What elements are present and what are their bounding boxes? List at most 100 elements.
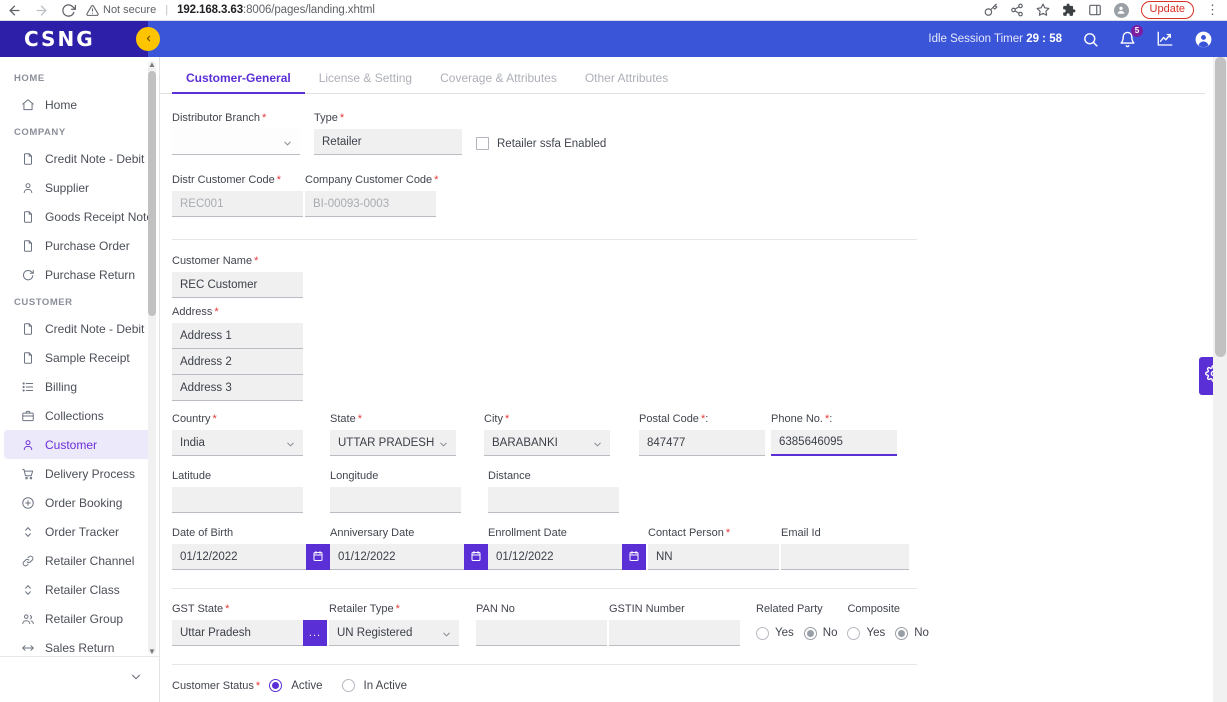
section-divider-3 [172, 664, 917, 665]
sidebar-item-sample-receipt[interactable]: Sample Receipt [4, 343, 153, 372]
gst-state-input[interactable] [172, 620, 303, 646]
pan-no-input[interactable] [476, 620, 607, 646]
country-select[interactable] [172, 430, 303, 456]
share-icon[interactable] [1010, 3, 1024, 17]
retailer-ssfa-checkbox-row[interactable]: Retailer ssfa Enabled [476, 137, 606, 150]
anniversary-date-calendar-button[interactable] [464, 544, 488, 570]
sidepanel-icon[interactable] [1088, 3, 1102, 17]
reload-icon[interactable] [60, 2, 76, 18]
enrollment-date-calendar-button[interactable] [622, 544, 646, 570]
sidebar-item-billing[interactable]: Billing [4, 372, 153, 401]
latitude-input[interactable] [172, 487, 303, 513]
email-id-input[interactable] [781, 544, 909, 570]
contact-person-input[interactable] [648, 544, 779, 570]
sidebar-item-customer[interactable]: Customer [4, 430, 153, 459]
sidebar-item-order-booking[interactable]: Order Booking [4, 488, 153, 517]
sidebar-collapse-button[interactable] [136, 27, 160, 51]
form-row-dates: Date of Birth Anniversary Date [172, 527, 1205, 570]
account-icon[interactable] [1194, 30, 1213, 49]
postal-code-input[interactable] [639, 430, 765, 456]
extensions-icon[interactable] [1062, 3, 1076, 17]
state-select[interactable] [330, 430, 456, 456]
scroll-up-icon[interactable]: ▲ [148, 59, 156, 69]
star-icon[interactable] [1036, 3, 1050, 17]
browser-menu-icon[interactable]: ⋮ [1206, 3, 1219, 16]
key-icon[interactable] [984, 3, 998, 17]
search-icon[interactable] [1082, 31, 1099, 48]
bell-icon[interactable]: 5 [1119, 24, 1143, 48]
scroll-down-icon[interactable]: ▼ [148, 646, 156, 656]
sidebar-item-retailer-class[interactable]: Retailer Class [4, 575, 153, 604]
field-distr-customer-code: Distr Customer Code * [172, 174, 303, 217]
sidebar-scrollbar-thumb[interactable] [148, 71, 156, 316]
sidebar-item-retailer-channel[interactable]: Retailer Channel [4, 546, 153, 575]
type-input[interactable] [314, 129, 462, 155]
tab-coverage-attributes[interactable]: Coverage & Attributes [426, 67, 571, 93]
browser-toolbar: Not secure | 192.168.3.63:8006/pages/lan… [0, 0, 1227, 21]
required-asterisk: * [395, 603, 400, 615]
customer-name-input[interactable] [172, 272, 303, 298]
sidebar-item-delivery-process[interactable]: Delivery Process [4, 459, 153, 488]
sidebar-group-title: HOME [14, 73, 45, 84]
arrow-left-icon[interactable] [6, 2, 22, 18]
label-company-customer-code: Company Customer Code * [305, 174, 439, 186]
anniversary-date-input[interactable] [330, 544, 464, 570]
sidebar-item-credit-note-debit-note[interactable]: Credit Note - Debit Note ... [4, 144, 153, 173]
distr-customer-code-input[interactable] [172, 191, 303, 217]
sidebar-item-sales-return[interactable]: Sales Return [4, 633, 153, 656]
distance-input[interactable] [488, 487, 619, 513]
sidebar-expand-button[interactable] [0, 656, 159, 702]
address-line2-input[interactable] [172, 349, 303, 375]
gst-state-lookup-button[interactable]: ... [303, 620, 327, 646]
customer-status-inactive-radio[interactable] [341, 679, 355, 692]
retailer-ssfa-checkbox[interactable] [476, 137, 489, 150]
sidebar-item-label: Customer [45, 437, 98, 452]
distributor-branch-select[interactable] [172, 129, 300, 155]
sidebar-item-goods-receipt-note[interactable]: Goods Receipt Note [4, 202, 153, 231]
phone-no-input[interactable] [771, 430, 897, 456]
tab-license-setting[interactable]: License & Setting [305, 67, 426, 93]
related-party-no-radio[interactable] [803, 626, 817, 640]
link-icon [20, 553, 35, 568]
page-scrollbar-thumb[interactable] [1215, 57, 1226, 357]
sidebar-item-supplier[interactable]: Supplier [4, 173, 153, 202]
city-select[interactable] [484, 430, 610, 456]
address-line1-input[interactable] [172, 323, 303, 349]
sidebar-item-collections[interactable]: Collections [4, 401, 153, 430]
tab-other-attributes[interactable]: Other Attributes [571, 67, 682, 93]
page-scrollbar-track[interactable] [1213, 57, 1227, 702]
sidebar-item-credit-note-debit-note[interactable]: Credit Note - Debit Note ... [4, 314, 153, 343]
gstin-number-input[interactable] [609, 620, 740, 646]
update-button[interactable]: Update [1140, 1, 1194, 19]
composite-no-radio[interactable] [895, 626, 909, 640]
tab-customer-general[interactable]: Customer-General [172, 67, 305, 94]
date-of-birth-calendar-button[interactable] [306, 544, 330, 570]
company-customer-code-input[interactable] [305, 191, 436, 217]
profile-icon[interactable] [1113, 2, 1129, 18]
enrollment-date-input[interactable] [488, 544, 622, 570]
address-line3-input[interactable] [172, 375, 303, 401]
sidebar-item-purchase-order[interactable]: Purchase Order [4, 231, 153, 260]
field-latitude: Latitude [172, 470, 303, 513]
address-bar[interactable]: Not secure | 192.168.3.63:8006/pages/lan… [86, 1, 984, 19]
composite-yes-radio[interactable] [847, 626, 861, 640]
required-asterisk: * [262, 112, 267, 124]
sidebar-item-purchase-return[interactable]: Purchase Return [4, 260, 153, 289]
related-party-yes-radio[interactable] [756, 626, 769, 640]
arrow-right-icon[interactable] [33, 2, 49, 18]
analytics-icon[interactable] [1156, 30, 1174, 48]
related-party-yes-label: Yes [775, 627, 794, 639]
customer-status-active-radio[interactable] [269, 679, 283, 692]
label-email-id: Email Id [781, 527, 821, 539]
retailer-type-select[interactable] [329, 620, 459, 646]
label-distance: Distance [488, 470, 531, 482]
date-of-birth-input[interactable] [172, 544, 306, 570]
section-divider-2 [172, 588, 917, 589]
sidebar-item-retailer-group[interactable]: Retailer Group [4, 604, 153, 633]
longitude-input[interactable] [330, 487, 461, 513]
sidebar-item-home[interactable]: Home [4, 90, 153, 119]
sidebar-item-order-tracker[interactable]: Order Tracker [4, 517, 153, 546]
sidebar-item-label: Retailer Class [45, 582, 120, 597]
app-logo: CSNG [0, 21, 148, 57]
browser-actions: Update ⋮ [984, 1, 1221, 19]
